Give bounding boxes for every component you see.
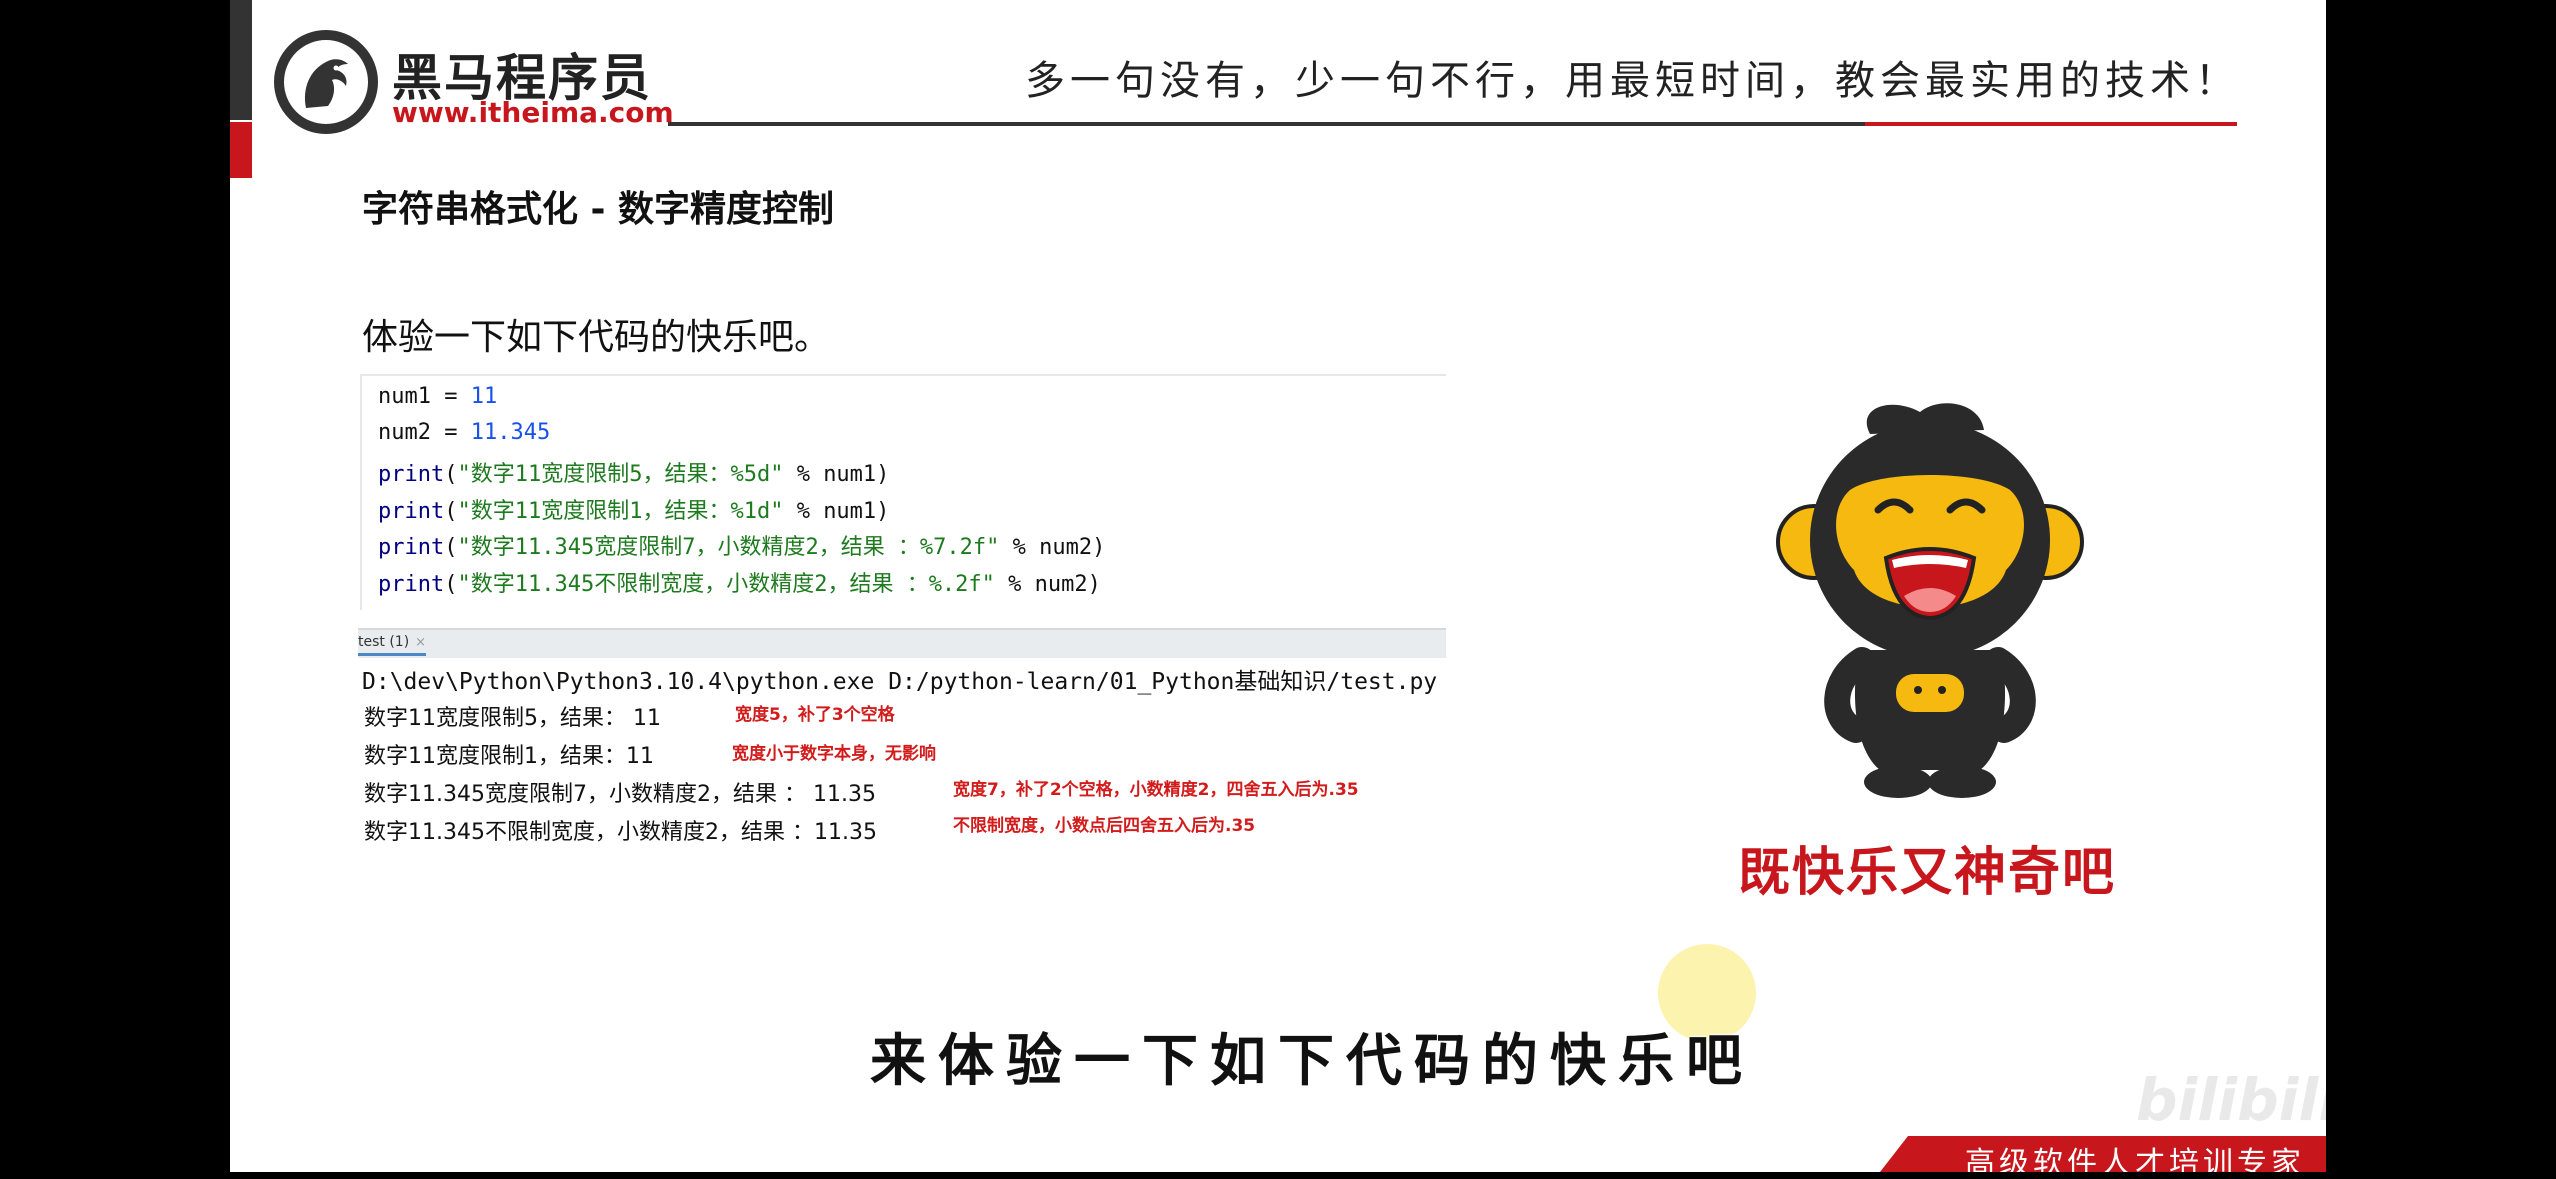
code-line: print("数字11宽度限制1，结果：%1d" % num1) <box>378 493 889 525</box>
code-token: % num1) <box>783 499 890 524</box>
code-token: print <box>378 535 445 560</box>
monkey-mascot-icon <box>1770 390 2090 804</box>
code-line: print("数字11宽度限制5，结果：%5d" % num1) <box>378 456 889 488</box>
logo: 黑马程序员 www.itheima.com <box>274 24 894 134</box>
code-token: 11 <box>470 384 498 409</box>
bilibili-watermark: bilibili <box>2136 1066 2326 1134</box>
slide-intro: 体验一下如下代码的快乐吧。 <box>362 317 831 358</box>
code-token: "数字11.345宽度限制7，小数精度2，结果 ：%7.2f" <box>457 535 1000 560</box>
code-token: "数字11.345不限制宽度，小数精度2，结果 ：%.2f" <box>457 572 995 597</box>
code-token: "数字11宽度限制1，结果：%1d" <box>457 499 784 524</box>
code-token: % num2) <box>994 572 1101 597</box>
code-token: print <box>378 462 445 487</box>
code-token: ( <box>444 499 458 524</box>
code-token: % num2) <box>999 535 1106 560</box>
code-token: 11.345 <box>470 420 551 445</box>
slide-edge-strip <box>230 0 252 120</box>
slide-edge-accent <box>230 122 252 178</box>
close-icon[interactable]: × <box>415 635 426 650</box>
run-tab-label: test (1) <box>358 634 410 650</box>
code-token: num2 = <box>378 420 471 445</box>
code-token: ( <box>444 572 458 597</box>
code-editor: num1 = 11 num2 = 11.345 print("数字11宽度限制5… <box>360 374 1446 610</box>
run-command: D:\dev\Python\Python3.10.4\python.exe D:… <box>362 669 1438 695</box>
code-line: print("数字11.345宽度限制7，小数精度2，结果 ：%7.2f" % … <box>378 529 1105 561</box>
output-line: 数字11宽度限制1，结果：11 <box>364 744 654 769</box>
code-token: ( <box>444 535 458 560</box>
output-line: 数字11.345宽度限制7，小数精度2，结果 ： 11.35 <box>364 782 876 807</box>
annotation-note: 宽度5，补了3个空格 <box>735 705 895 725</box>
slide-title: 字符串格式化 - 数字精度控制 <box>362 189 835 230</box>
annotation-note: 不限制宽度，小数点后四舍五入后为.35 <box>953 816 1256 836</box>
footer-text: 高级软件人才培训专家 <box>1965 1146 2305 1172</box>
code-token: ( <box>444 462 458 487</box>
slogan: 多一句没有，少一句不行，用最短时间，教会最实用的技术！ <box>1025 58 2240 104</box>
code-line: num1 = 11 <box>378 384 497 409</box>
code-token: % num1) <box>783 462 890 487</box>
code-line: num2 = 11.345 <box>378 420 550 445</box>
code-token: print <box>378 499 445 524</box>
code-token: num1 = <box>378 384 471 409</box>
annotation-note: 宽度7，补了2个空格，小数精度2，四舍五入后为.35 <box>953 780 1359 800</box>
code-line: print("数字11.345不限制宽度，小数精度2，结果 ：%.2f" % n… <box>378 566 1101 598</box>
output-line: 数字11.345不限制宽度，小数精度2，结果 ：11.35 <box>364 820 877 845</box>
run-tab[interactable]: test (1) × <box>358 634 427 656</box>
code-token: "数字11宽度限制5，结果：%5d" <box>457 462 784 487</box>
footer-accent <box>1880 1136 1908 1172</box>
logo-url: www.itheima.com <box>392 96 674 129</box>
mascot-caption: 既快乐又神奇吧 <box>1738 843 2117 903</box>
run-panel-tabbar: test (1) × <box>358 628 1446 658</box>
slide: 黑马程序员 www.itheima.com 多一句没有，少一句不行，用最短时间，… <box>230 0 2326 1172</box>
header-divider-accent <box>1865 122 2237 126</box>
code-token: print <box>378 572 445 597</box>
annotation-note: 宽度小于数字本身，无影响 <box>732 744 936 764</box>
video-subtitle: 来体验一下如下代码的快乐吧 <box>870 1029 1754 1094</box>
horse-logo-icon <box>274 30 378 134</box>
output-line: 数字11宽度限制5，结果： 11 <box>364 706 661 731</box>
